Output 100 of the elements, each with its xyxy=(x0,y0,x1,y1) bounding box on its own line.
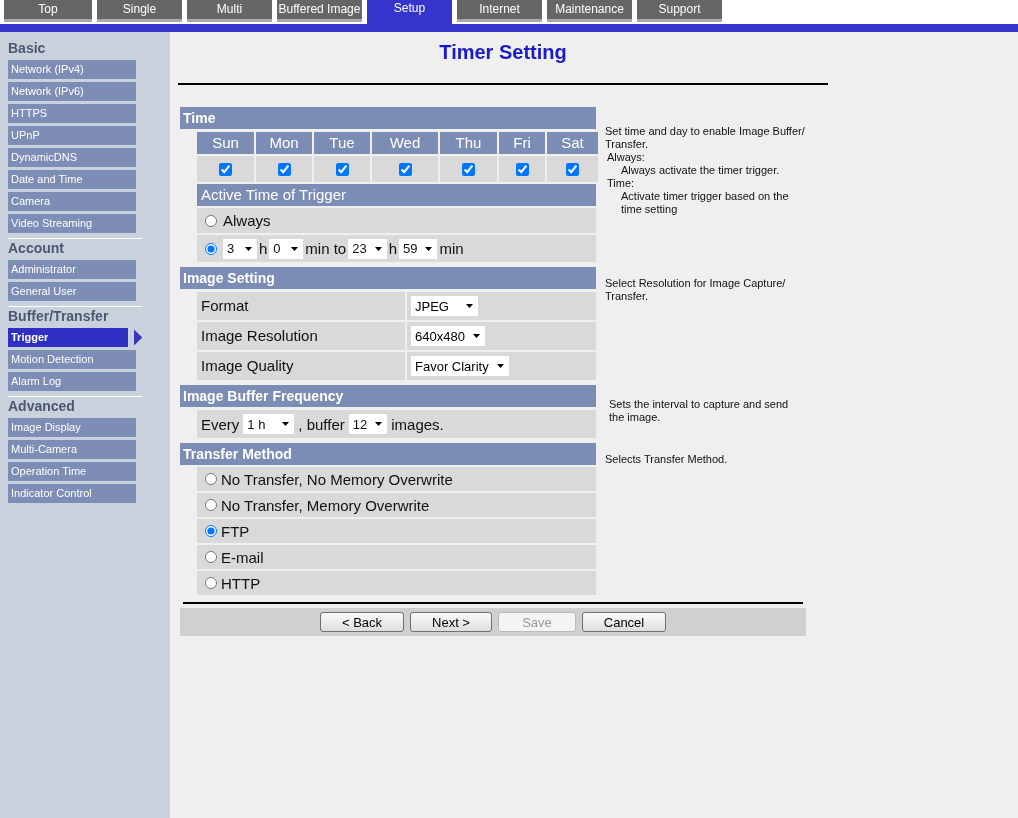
column-header: Wed xyxy=(372,132,438,154)
option-label: E-mail xyxy=(221,548,264,566)
option-label: No Transfer, No Memory Overwrite xyxy=(221,470,453,488)
help-text: Sets the interval to capture and send the image. xyxy=(609,398,790,424)
sidebar-item[interactable]: Camera xyxy=(8,192,136,211)
field-label: h xyxy=(388,240,397,257)
checkbox[interactable] xyxy=(462,162,475,176)
dropdown[interactable]: 59 xyxy=(399,238,438,259)
radio-button[interactable] xyxy=(205,551,217,563)
help-text: Set time and day to enable Image Buffer/ Transfer. xyxy=(605,125,805,151)
section-header: Transfer Method xyxy=(180,443,596,465)
nav-tab[interactable]: Setup xyxy=(367,0,452,24)
caret-icon xyxy=(245,246,252,251)
action-button[interactable]: Next > xyxy=(410,612,492,632)
dropdown[interactable]: 12 xyxy=(348,414,388,434)
field-label: , buffer xyxy=(298,415,345,433)
help-text: Activate timer trigger based on the time setting xyxy=(620,190,790,216)
dropdown[interactable]: 3 xyxy=(223,238,257,259)
nav-tab[interactable]: Support xyxy=(637,0,722,22)
field-label: Image Resolution xyxy=(197,322,405,350)
caret-icon xyxy=(375,422,383,426)
caret-icon xyxy=(374,246,382,251)
sidebar-item[interactable]: Motion Detection xyxy=(8,350,136,369)
column-header: Sun xyxy=(197,132,254,154)
nav-tab[interactable]: Top xyxy=(4,0,92,22)
radio-button[interactable] xyxy=(205,473,217,485)
field-label: min xyxy=(439,240,464,257)
sidebar-heading: Advanced xyxy=(8,398,76,416)
nav-tab[interactable]: Single xyxy=(97,0,182,22)
nav-tab[interactable]: Buffered Image xyxy=(277,0,362,22)
help-text: Select Resolution for Image Capture/ Transfer. xyxy=(605,277,787,303)
sidebar-item[interactable]: DynamicDNS xyxy=(8,148,136,167)
sidebar-item[interactable]: Trigger xyxy=(8,328,128,347)
nav-tab[interactable]: Internet xyxy=(457,0,542,22)
radio-button[interactable] xyxy=(205,499,217,511)
dropdown[interactable]: 1 h xyxy=(243,414,295,434)
sidebar-item[interactable]: HTTPS xyxy=(8,104,136,123)
checkbox[interactable] xyxy=(515,162,529,176)
field-label: min to xyxy=(305,240,347,257)
checkbox[interactable] xyxy=(398,162,412,176)
caret-icon xyxy=(496,364,504,368)
sidebar-item[interactable]: Network (IPv6) xyxy=(8,82,136,101)
option-label: No Transfer, Memory Overwrite xyxy=(221,496,430,514)
checkbox[interactable] xyxy=(277,162,291,176)
help-text: Selects Transfer Method. xyxy=(605,453,729,466)
sidebar-item[interactable]: Indicator Control xyxy=(8,484,136,503)
sidebar-item[interactable]: UPnP xyxy=(8,126,136,145)
option-label: FTP xyxy=(221,522,250,540)
help-text: Time: xyxy=(606,177,636,190)
section-header: Image Setting xyxy=(180,267,596,289)
page-title: Timer Setting xyxy=(438,40,568,65)
field-label: Every xyxy=(201,415,240,433)
sidebar-heading: Basic xyxy=(8,40,47,58)
help-text: Always activate the timer trigger. xyxy=(620,164,781,177)
section-header: Time xyxy=(180,107,596,129)
nav-tab[interactable]: Multi xyxy=(187,0,272,22)
pointer-icon xyxy=(133,329,142,346)
column-header: Sat xyxy=(547,132,598,154)
sidebar-item[interactable]: Multi-Camera xyxy=(8,440,136,459)
field-label: Always xyxy=(223,212,271,229)
caret-icon xyxy=(425,246,433,251)
sidebar-heading: Account xyxy=(8,240,65,258)
field-label: images. xyxy=(391,415,444,433)
sidebar-item[interactable]: Operation Time xyxy=(8,462,136,481)
dropdown[interactable]: 640x480 xyxy=(411,326,485,346)
option-label: HTTP xyxy=(221,574,261,592)
sidebar-item[interactable]: Alarm Log xyxy=(8,372,136,391)
radio-button[interactable] xyxy=(205,525,217,537)
caret-icon xyxy=(472,334,480,338)
section-header: Image Buffer Frequency xyxy=(180,385,596,407)
checkbox[interactable] xyxy=(219,162,232,176)
dropdown[interactable]: 23 xyxy=(348,238,387,259)
sidebar-heading: Buffer/Transfer xyxy=(8,308,110,326)
checkbox[interactable] xyxy=(335,162,349,176)
column-header: Fri xyxy=(499,132,545,154)
checkbox[interactable] xyxy=(566,162,579,176)
sidebar-item[interactable]: Administrator xyxy=(8,260,136,279)
caret-icon xyxy=(282,422,290,426)
subsection-header: Active Time of Trigger xyxy=(197,184,596,206)
caret-icon xyxy=(466,304,473,308)
field-label: h xyxy=(259,240,268,257)
field-label: Format xyxy=(197,292,405,320)
nav-tab[interactable]: Maintenance xyxy=(547,0,632,22)
sidebar-item[interactable]: Network (IPv4) xyxy=(8,60,136,79)
column-header: Mon xyxy=(256,132,312,154)
column-header: Tue xyxy=(314,132,370,154)
caret-icon xyxy=(291,246,299,251)
sidebar-item[interactable]: Image Display xyxy=(8,418,136,437)
action-button[interactable]: Cancel xyxy=(582,612,666,632)
action-button[interactable]: < Back xyxy=(320,612,404,632)
dropdown[interactable]: 0 xyxy=(269,238,304,259)
radio-button[interactable] xyxy=(205,577,217,589)
dropdown[interactable]: JPEG xyxy=(411,296,478,316)
radio-button[interactable] xyxy=(205,242,217,255)
sidebar-item[interactable]: General User xyxy=(8,282,136,301)
sidebar-item[interactable]: Date and Time xyxy=(8,170,136,189)
help-text: Always: xyxy=(606,151,646,164)
dropdown[interactable]: Favor Clarity xyxy=(411,356,509,376)
sidebar-item[interactable]: Video Streaming xyxy=(8,214,136,233)
radio-button[interactable] xyxy=(205,214,217,227)
